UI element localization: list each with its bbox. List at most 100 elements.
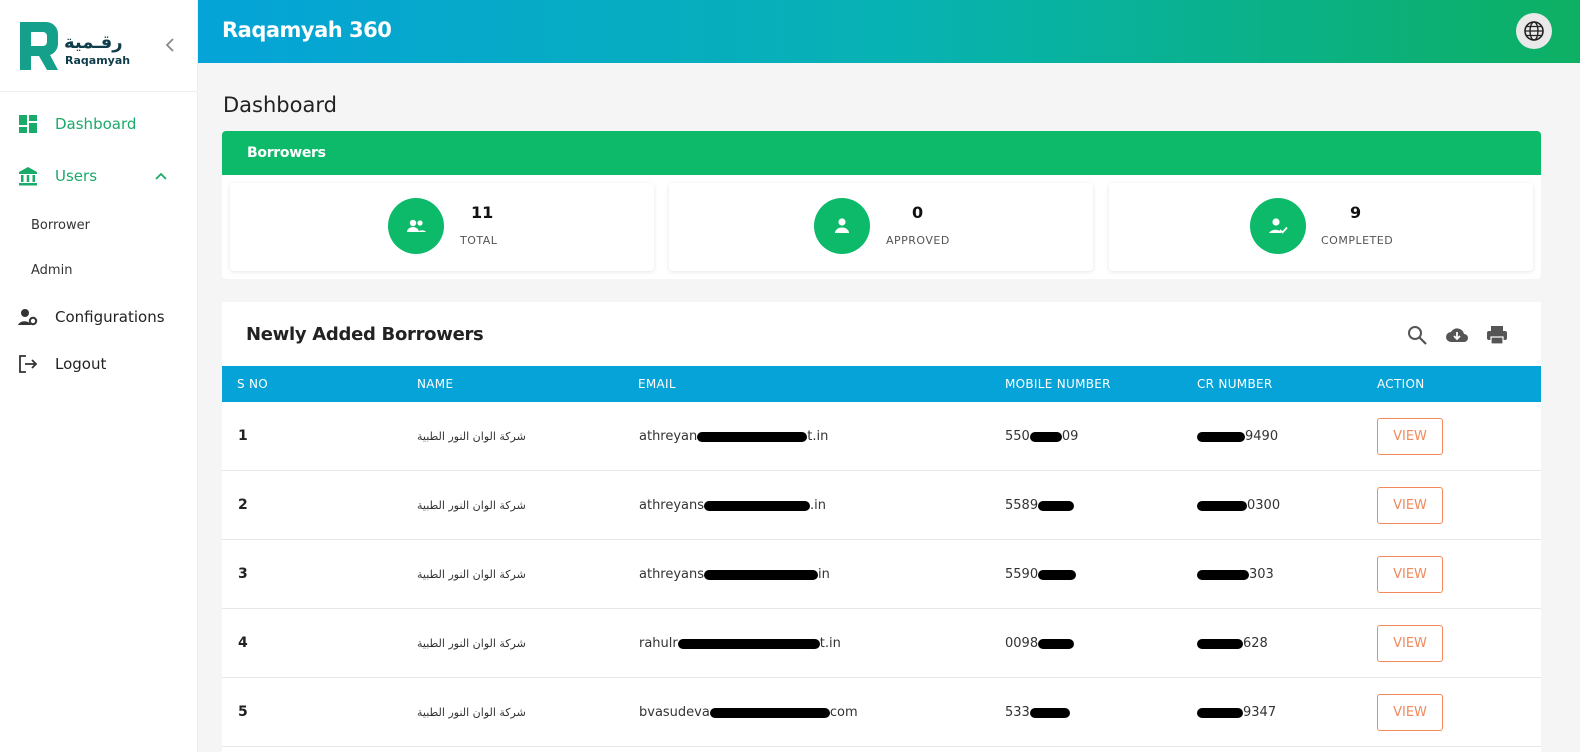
stat-label: COMPLETED xyxy=(1321,234,1394,247)
cell-sno: 5 xyxy=(238,704,248,720)
email-visible-start: rahulr xyxy=(639,636,678,651)
email-visible-end: t.in xyxy=(807,429,829,444)
email-visible-end: com xyxy=(829,705,858,720)
collapse-sidebar-chevron-left-icon[interactable] xyxy=(162,36,178,54)
table-row: 1 شركة الوان النور الطبية athreyan t.in 5… xyxy=(222,402,1541,471)
view-button[interactable]: VIEW xyxy=(1377,694,1443,731)
stat-icon-circle xyxy=(388,198,444,254)
email-visible-start: bvasudeva xyxy=(639,705,710,720)
cell-name: شركة الوان النور الطبية xyxy=(417,568,526,581)
search-icon[interactable] xyxy=(1406,324,1430,346)
stat-icon-circle xyxy=(814,198,870,254)
table-row: 5 شركة الوان النور الطبية bvasudeva com 5… xyxy=(222,678,1541,747)
mobile-visible-start: 533 xyxy=(1005,705,1030,720)
newly-added-borrowers-card: Newly Added Borrowers S NO NAME EMAIL MO… xyxy=(222,302,1541,752)
logout-icon xyxy=(19,355,38,373)
cell-mobile: 0098 xyxy=(1005,609,1075,678)
chevron-up-icon xyxy=(155,172,167,180)
stat-approved: 0 APPROVED xyxy=(669,183,1093,271)
cell-email: athreyans in xyxy=(639,540,830,609)
redaction-mark xyxy=(1197,431,1245,442)
cell-cr: 303 xyxy=(1197,540,1274,609)
table-header-row: S NO NAME EMAIL MOBILE NUMBER CR NUMBER … xyxy=(222,366,1541,402)
stat-label: TOTAL xyxy=(460,234,498,247)
redaction-mark xyxy=(1038,638,1075,649)
sidebar-subitem-label: Admin xyxy=(31,262,73,278)
cr-visible-end: 628 xyxy=(1243,636,1268,651)
redaction-mark xyxy=(709,707,830,718)
sidebar-item-borrower[interactable]: Borrower xyxy=(0,205,198,245)
sidebar-item-dashboard[interactable]: Dashboard xyxy=(0,104,198,144)
app-title: Raqamyah 360 xyxy=(222,18,392,42)
view-button[interactable]: VIEW xyxy=(1377,418,1443,455)
mobile-visible-start: 0098 xyxy=(1005,636,1039,651)
sidebar-item-logout[interactable]: Logout xyxy=(0,344,198,384)
email-visible-end: t.in xyxy=(819,636,841,651)
borrowers-card-title: Borrowers xyxy=(222,131,1541,175)
sidebar-subitem-label: Borrower xyxy=(31,217,90,233)
cell-name: شركة الوان النور الطبية xyxy=(417,637,526,650)
email-visible-start: athreyans xyxy=(639,567,705,582)
user-check-icon xyxy=(1269,218,1288,234)
redaction-mark xyxy=(704,500,811,511)
cell-sno: 2 xyxy=(238,497,248,513)
stat-value: 9 xyxy=(1350,203,1362,222)
cloud-download-icon[interactable] xyxy=(1445,324,1469,346)
redaction-mark xyxy=(704,569,819,580)
column-header: MOBILE NUMBER xyxy=(1005,377,1111,391)
redaction-mark xyxy=(677,638,820,649)
group-icon xyxy=(407,219,426,232)
cell-cr: 628 xyxy=(1197,609,1268,678)
table-row: 2 شركة الوان النور الطبية athreyans .in 5… xyxy=(222,471,1541,540)
view-button[interactable]: VIEW xyxy=(1377,487,1443,524)
redaction-mark xyxy=(1197,638,1243,649)
borrowers-summary-card: Borrowers 11 TOTAL 0 APPROVED 9 COMPLETE… xyxy=(222,131,1541,279)
cr-visible-end: 9490 xyxy=(1245,429,1279,444)
table-title: Newly Added Borrowers xyxy=(246,324,484,345)
sidebar-item-label: Configurations xyxy=(55,308,165,326)
print-icon[interactable] xyxy=(1485,324,1509,346)
redaction-mark xyxy=(697,431,808,442)
cell-cr: 0300 xyxy=(1197,471,1280,540)
redaction-mark xyxy=(1029,431,1062,442)
page-title: Dashboard xyxy=(223,93,337,117)
stat-value: 0 xyxy=(912,203,924,222)
view-button[interactable]: VIEW xyxy=(1377,625,1443,662)
sidebar-item-users[interactable]: Users xyxy=(0,156,198,196)
column-header: CR NUMBER xyxy=(1197,377,1273,391)
cell-email: athreyan t.in xyxy=(639,402,828,471)
email-visible-end: in xyxy=(818,567,830,582)
bank-icon xyxy=(19,167,37,186)
mobile-visible-start: 5590 xyxy=(1005,567,1039,582)
column-header: EMAIL xyxy=(638,377,676,391)
table-row: 3 شركة الوان النور الطبية athreyans in 55… xyxy=(222,540,1541,609)
top-header: Raqamyah 360 xyxy=(198,0,1580,63)
stat-completed: 9 COMPLETED xyxy=(1109,183,1533,271)
sidebar-item-admin[interactable]: Admin xyxy=(0,250,198,290)
cell-name: شركة الوان النور الطبية xyxy=(417,499,526,512)
stat-icon-circle xyxy=(1250,198,1306,254)
logo-area: رقـمية Raqamyah xyxy=(0,0,197,92)
sidebar-item-configurations[interactable]: Configurations xyxy=(0,297,198,337)
logo-english-text: Raqamyah xyxy=(65,54,131,67)
mobile-visible-end: 09 xyxy=(1061,429,1079,444)
cr-visible-end: 0300 xyxy=(1247,498,1281,513)
cell-mobile: 5589 xyxy=(1005,471,1075,540)
view-button[interactable]: VIEW xyxy=(1377,556,1443,593)
stat-value: 11 xyxy=(471,203,494,222)
mobile-visible-start: 5589 xyxy=(1005,498,1039,513)
logo-arabic-text: رقـمية xyxy=(64,32,123,53)
cell-sno: 4 xyxy=(238,635,248,651)
cell-name: شركة الوان النور الطبية xyxy=(417,430,526,443)
language-button[interactable] xyxy=(1516,13,1552,49)
cell-mobile: 533 xyxy=(1005,678,1070,747)
email-visible-end: .in xyxy=(810,498,827,513)
column-header: S NO xyxy=(237,377,269,391)
cell-name: شركة الوان النور الطبية xyxy=(417,706,526,719)
cr-visible-end: 303 xyxy=(1249,567,1274,582)
column-header: NAME xyxy=(417,377,454,391)
user-settings-icon xyxy=(18,309,38,326)
redaction-mark xyxy=(1197,569,1249,580)
table-row: 4 شركة الوان النور الطبية rahulr t.in 009… xyxy=(222,609,1541,678)
sidebar-item-label: Dashboard xyxy=(55,115,137,133)
